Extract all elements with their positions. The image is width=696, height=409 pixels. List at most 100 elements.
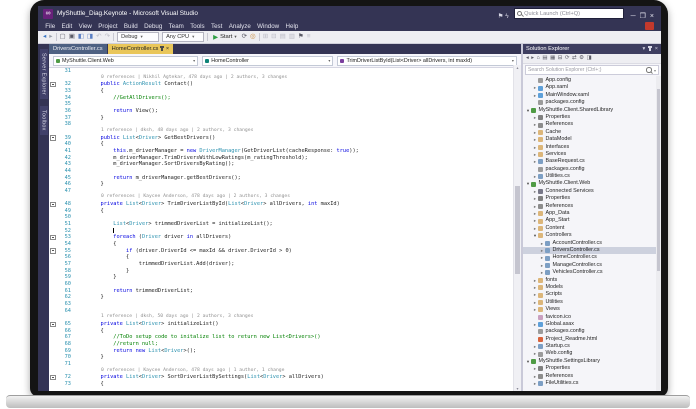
- tree-item[interactable]: ▸ Connected Services: [523, 188, 661, 195]
- redo-icon[interactable]: ↷: [105, 32, 110, 42]
- tree-item[interactable]: ▸ Services: [523, 151, 661, 158]
- outlining-margin[interactable]: [49, 281, 57, 288]
- outlining-margin[interactable]: [49, 115, 57, 122]
- sidebar-tab-server-explorer[interactable]: Server Explorer: [39, 49, 48, 99]
- code-line[interactable]: 56 {: [49, 254, 514, 261]
- code-line[interactable]: 54 {: [49, 241, 514, 248]
- outlining-margin[interactable]: [49, 108, 57, 115]
- code-line[interactable]: 66 {: [49, 328, 514, 335]
- tree-item[interactable]: ▸ FileUtilities.cs: [523, 380, 661, 387]
- home-icon[interactable]: ⌂: [537, 54, 540, 63]
- outlining-margin[interactable]: [49, 68, 57, 75]
- tree-item[interactable]: favicon.ico: [523, 314, 661, 321]
- code-line[interactable]: 53 foreach (Driver driver in allDrivers): [49, 234, 514, 241]
- tree-item[interactable]: ▸ MainWindow.xaml: [523, 92, 661, 99]
- code-line[interactable]: 68 //return null;: [49, 341, 514, 348]
- codelens-annotation[interactable]: 0 references | Nikhil Agtekar, 478 days …: [49, 75, 514, 82]
- debug-configuration-dropdown[interactable]: Debug ▾: [117, 32, 160, 42]
- code-line[interactable]: 44: [49, 168, 514, 175]
- outlining-margin[interactable]: [49, 135, 57, 142]
- outlining-margin[interactable]: [49, 168, 57, 175]
- codelens-annotation[interactable]: 1 reference | dksh, 48 days ago | 2 auth…: [49, 128, 514, 135]
- outlining-margin[interactable]: [49, 254, 57, 261]
- navigate-forward-icon[interactable]: ▸: [49, 32, 52, 42]
- code-line[interactable]: 46 }: [49, 181, 514, 188]
- codelens-annotation[interactable]: 0 references | Kaycee Anderson, 478 days…: [49, 194, 514, 201]
- tree-item[interactable]: ▸ Interfaces: [523, 144, 661, 151]
- outlining-margin[interactable]: [49, 208, 57, 215]
- code-line[interactable]: 65 private List<Driver> initializeList(): [49, 321, 514, 328]
- refresh-icon[interactable]: ⟳: [565, 54, 570, 63]
- tree-item[interactable]: ▸ References: [523, 121, 661, 128]
- sidebar-tab-toolbox[interactable]: Toolbox: [39, 105, 48, 135]
- save-icon[interactable]: ◧: [78, 32, 84, 42]
- tree-item[interactable]: ▸ Cache: [523, 129, 661, 136]
- code-line[interactable]: 45 return m_driverManager.getBestDrivers…: [49, 175, 514, 182]
- tree-item[interactable]: ▸ BaseRequest.cs: [523, 158, 661, 165]
- tree-item[interactable]: ▾ Controllers: [523, 232, 661, 239]
- tree-item[interactable]: packages.config: [523, 99, 661, 106]
- collapse-region-icon[interactable]: [50, 201, 56, 208]
- tree-item[interactable]: ▸ Models: [523, 284, 661, 291]
- collapse-all-icon[interactable]: ⊟: [558, 54, 563, 63]
- outlining-margin[interactable]: [49, 101, 57, 108]
- outlining-margin[interactable]: [49, 274, 57, 281]
- outlining-margin[interactable]: [49, 308, 57, 315]
- outlining-margin[interactable]: [49, 374, 57, 381]
- outlining-margin[interactable]: [49, 155, 57, 162]
- nav-dropdown-2[interactable]: TrimDriverListById(List<Driver> allDrive…: [337, 55, 517, 66]
- code-line[interactable]: 37 }: [49, 115, 514, 122]
- code-line[interactable]: 48 private List<Driver> TrimDriverListBy…: [49, 201, 514, 208]
- code-line[interactable]: 36 return View();: [49, 108, 514, 115]
- outlining-margin[interactable]: [49, 248, 57, 255]
- menu-debug[interactable]: Debug: [141, 23, 166, 30]
- code-line[interactable]: 57 trimmedDriverList.Add(driver);: [49, 261, 514, 268]
- menu-window[interactable]: Window: [254, 23, 282, 30]
- tree-item[interactable]: ▸ Scripts: [523, 291, 661, 298]
- tree-item[interactable]: packages.config: [523, 328, 661, 335]
- menu-view[interactable]: View: [75, 23, 95, 30]
- solution-explorer-scrollbar[interactable]: [656, 76, 661, 391]
- outlining-margin[interactable]: [49, 81, 57, 88]
- menu-help[interactable]: Help: [282, 23, 301, 30]
- solution-explorer-search-input[interactable]: Search Solution Explorer (Ctrl+;) ▾: [525, 65, 659, 75]
- outlining-margin[interactable]: [49, 95, 57, 102]
- code-line[interactable]: 55 if (driver.DriverId <= maxId && drive…: [49, 248, 514, 255]
- tree-item[interactable]: ▸ AccountController.cs: [523, 240, 661, 247]
- tree-item[interactable]: ▸ References: [523, 203, 661, 210]
- tree-item[interactable]: ▸ HomeController.cs: [523, 254, 661, 261]
- collapse-region-icon[interactable]: [50, 374, 56, 381]
- refresh-icon[interactable]: ⟳: [242, 32, 247, 42]
- menu-tools[interactable]: Tools: [187, 23, 208, 30]
- outlining-margin[interactable]: [49, 175, 57, 182]
- code-line[interactable]: 50: [49, 214, 514, 221]
- minimize-button[interactable]: ─: [629, 13, 638, 20]
- outlining-margin[interactable]: [49, 268, 57, 275]
- code-line[interactable]: 73 {: [49, 381, 514, 388]
- outlining-margin[interactable]: [49, 234, 57, 241]
- code-line[interactable]: 41 this.m_driverManager = new DriverMana…: [49, 148, 514, 155]
- close-button[interactable]: ×: [648, 13, 656, 20]
- tree-item[interactable]: ▸ Properties: [523, 114, 661, 121]
- code-line[interactable]: 72 private List<Driver> SortDriverListBy…: [49, 374, 514, 381]
- quick-launch-input[interactable]: Quick Launch (Ctrl+Q): [513, 8, 624, 19]
- back-icon[interactable]: ◂: [526, 54, 529, 63]
- tree-item[interactable]: ▸ App_Data: [523, 210, 661, 217]
- close-icon[interactable]: ×: [655, 46, 658, 52]
- display-columns-icon[interactable]: ▥: [289, 32, 295, 42]
- feedback-icon[interactable]: ϟ: [505, 13, 508, 20]
- outlining-margin[interactable]: [49, 348, 57, 355]
- code-line[interactable]: 62 }: [49, 294, 514, 301]
- code-line[interactable]: 32 public ActionResult Contact(): [49, 81, 514, 88]
- tree-item[interactable]: ▸ VehiclesController.cs: [523, 269, 661, 276]
- tree-item[interactable]: App.config: [523, 77, 661, 84]
- code-line[interactable]: 52: [49, 227, 514, 235]
- menu-edit[interactable]: Edit: [58, 23, 75, 30]
- outlining-margin[interactable]: [49, 241, 57, 248]
- tree-item[interactable]: ▸ Utilities.cs: [523, 173, 661, 180]
- pin-icon[interactable]: [648, 46, 652, 51]
- editor-tab[interactable]: DriversController.cs: [49, 44, 107, 54]
- menu-test[interactable]: Test: [208, 23, 226, 30]
- outlining-margin[interactable]: [49, 341, 57, 348]
- tree-item[interactable]: ▸ Properties: [523, 195, 661, 202]
